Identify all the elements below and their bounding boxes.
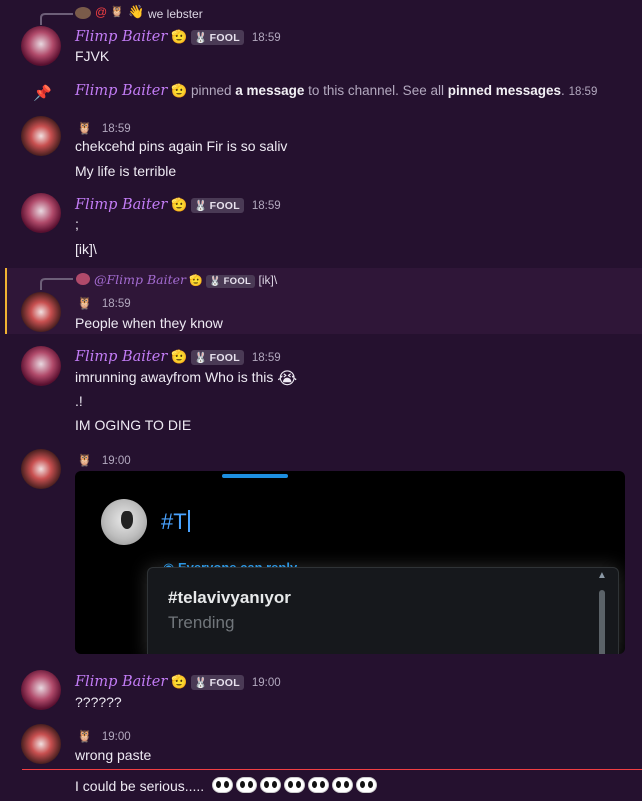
owl-icon: 🦉 <box>77 296 92 310</box>
pin-middle: to this channel. See all <box>308 83 444 98</box>
pin-tail: . <box>561 83 565 98</box>
message-text: IM OGING TO DIE <box>75 417 192 433</box>
at-icon: @ <box>95 5 108 19</box>
salute-icon: 🫡 <box>189 275 204 287</box>
bunny-icon: 🐰 <box>194 677 208 689</box>
owl-icon: 🦉 <box>77 121 92 135</box>
username[interactable]: Flimp Baiter <box>75 349 167 365</box>
username[interactable]: Flimp Baiter <box>75 29 167 45</box>
reply-text: [ik]\ <box>258 273 278 287</box>
avatar[interactable] <box>21 724 61 764</box>
new-messages-divider <box>22 769 642 770</box>
wave-icon: 👋 <box>128 4 145 19</box>
eyes-icon <box>332 777 354 793</box>
message-text: imrunning awayfrom Who is this <box>75 369 274 385</box>
salute-icon: 🫡 <box>171 83 188 98</box>
drag-handle <box>222 474 288 478</box>
message-text: wrong paste <box>75 747 152 763</box>
avatar[interactable] <box>21 346 61 386</box>
pinned-messages-link[interactable]: pinned messages <box>448 83 561 98</box>
salute-icon: 🫡 <box>171 29 188 44</box>
reply-connector <box>40 13 73 25</box>
message-text: People when they know <box>75 315 223 331</box>
timestamp[interactable]: 19:00 <box>102 455 131 467</box>
eyes-icon <box>236 777 258 793</box>
eyes-icon <box>284 777 306 793</box>
salute-icon: 🫡 <box>171 674 188 689</box>
pin-action: pinned <box>190 83 232 98</box>
timestamp[interactable]: 18:59 <box>569 86 598 98</box>
username[interactable]: Flimp Baiter <box>75 83 167 99</box>
role-tag[interactable]: 🐰 FOOL <box>206 275 256 288</box>
avatar[interactable] <box>21 193 61 233</box>
crying-face-icon: 😭 <box>277 369 298 388</box>
pin-icon: 📌 <box>33 85 52 102</box>
message-text: FJVK <box>75 48 110 64</box>
owl-icon: 🦉 <box>77 729 92 743</box>
eyes-icon <box>356 777 378 793</box>
salute-icon: 🫡 <box>171 349 188 364</box>
profile-avatar <box>101 499 147 545</box>
username[interactable]: Flimp Baiter <box>75 674 167 690</box>
message-text: [ik]\ <box>75 241 97 257</box>
eyes-icon <box>212 777 234 793</box>
eyes-icon <box>308 777 330 793</box>
bunny-icon: 🐰 <box>194 32 208 44</box>
message-text: ; <box>75 216 79 232</box>
owl-icon: 🦉 <box>77 453 92 467</box>
reply-avatar <box>75 7 91 19</box>
silhouette-icon <box>121 511 133 529</box>
chevron-up-icon: ▲ <box>597 570 607 581</box>
compose-text: #T <box>161 509 190 535</box>
message-text: chekcehd pins again Fir is so saliv <box>75 138 288 154</box>
role-tag[interactable]: 🐰 FOOL <box>191 675 244 690</box>
owl-icon: 🦉 <box>110 6 124 18</box>
timestamp[interactable]: 19:00 <box>102 731 131 743</box>
message-text: .! <box>75 393 83 409</box>
role-tag[interactable]: 🐰 FOOL <box>191 30 244 45</box>
avatar[interactable] <box>21 26 61 66</box>
username[interactable]: Flimp Baiter <box>75 197 167 213</box>
scrollbar-thumb[interactable] <box>599 590 605 654</box>
suggestion-popup: #telavivyanıyor Trending ▲ <box>147 567 619 654</box>
image-attachment[interactable]: #T ◉ Everyone can reply #telavivyanıyor … <box>75 471 625 654</box>
timestamp[interactable]: 19:00 <box>252 677 281 689</box>
pinned-message-link[interactable]: a message <box>235 83 304 98</box>
bunny-icon: 🐰 <box>209 276 222 287</box>
timestamp[interactable]: 18:59 <box>252 352 281 364</box>
eyes-icon <box>260 777 282 793</box>
reply-author[interactable]: we lebster <box>148 7 203 21</box>
bunny-icon: 🐰 <box>194 200 208 212</box>
avatar[interactable] <box>21 116 61 156</box>
hashtag-suggestion[interactable]: #telavivyanıyor <box>168 588 291 608</box>
avatar[interactable] <box>21 292 61 332</box>
reply-avatar <box>76 273 90 285</box>
salute-icon: 🫡 <box>171 197 188 212</box>
trending-label: Trending <box>168 613 235 632</box>
timestamp[interactable]: 18:59 <box>102 123 131 135</box>
bunny-icon: 🐰 <box>194 352 208 364</box>
reply-connector <box>40 278 73 290</box>
message-text: My life is terrible <box>75 163 177 179</box>
reply-author[interactable]: @Flimp Baiter <box>94 272 186 287</box>
message-text: ?????? <box>75 694 122 710</box>
timestamp[interactable]: 18:59 <box>252 32 281 44</box>
avatar[interactable] <box>21 670 61 710</box>
timestamp[interactable]: 18:59 <box>252 200 281 212</box>
avatar[interactable] <box>21 449 61 489</box>
role-tag[interactable]: 🐰 FOOL <box>191 198 244 213</box>
message-text: I could be serious..... <box>75 778 205 794</box>
timestamp[interactable]: 18:59 <box>102 298 131 310</box>
role-tag[interactable]: 🐰 FOOL <box>191 350 244 365</box>
scrollbar[interactable]: ▲ <box>595 570 609 654</box>
